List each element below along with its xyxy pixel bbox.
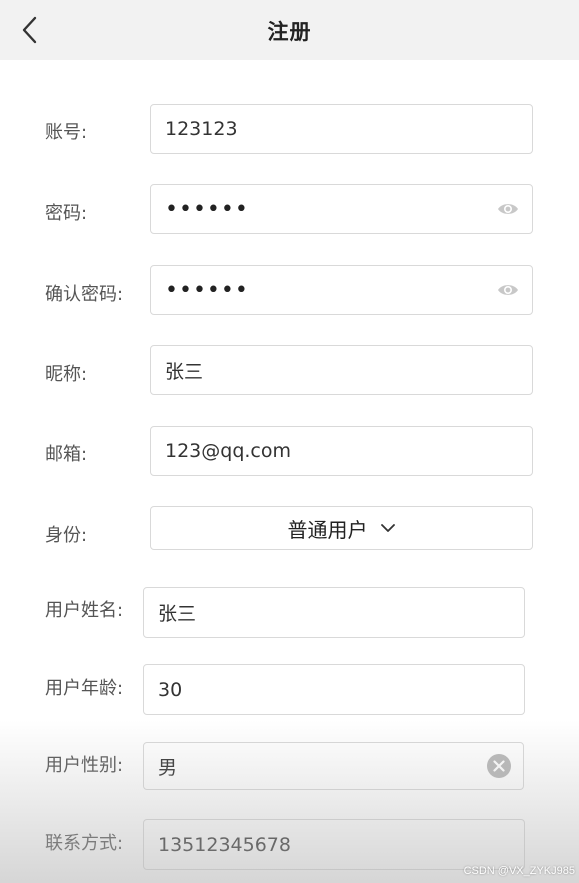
page-title: 注册 — [267, 20, 312, 44]
user-age-value: 30 — [158, 678, 183, 701]
account-value: 123123 — [165, 118, 238, 140]
register-form: 账号: 123123 密码: •••••• 确认密码: •••••• 昵称: 张… — [0, 60, 579, 883]
chevron-down-icon — [380, 523, 396, 533]
user-age-input[interactable]: 30 — [143, 664, 525, 715]
watermark: CSDN @VX_ZYKJ985 — [463, 865, 575, 877]
account-label: 账号: — [45, 122, 88, 143]
email-input[interactable]: 123@qq.com — [150, 426, 533, 476]
nickname-value: 张三 — [165, 360, 204, 383]
user-gender-label: 用户性别: — [45, 755, 124, 776]
password-value: •••••• — [165, 197, 249, 221]
eye-icon — [498, 204, 518, 214]
user-name-input[interactable]: 张三 — [143, 587, 525, 638]
clear-circle-icon — [487, 754, 511, 778]
contact-label: 联系方式: — [45, 833, 124, 854]
password-visibility-toggle[interactable] — [490, 191, 526, 227]
email-label: 邮箱: — [45, 444, 88, 465]
clear-button[interactable] — [481, 748, 517, 784]
identity-value: 普通用户 — [287, 517, 368, 542]
register-screen: 注册 账号: 123123 密码: •••••• 确认密码: •••••• 昵称… — [0, 0, 579, 883]
confirm-password-label: 确认密码: — [45, 284, 124, 305]
identity-label: 身份: — [45, 525, 88, 546]
confirm-password-value: •••••• — [165, 278, 249, 302]
account-input[interactable]: 123123 — [150, 104, 533, 154]
user-name-label: 用户姓名: — [45, 600, 124, 621]
identity-select[interactable]: 普通用户 — [150, 506, 533, 550]
confirm-password-input[interactable]: •••••• — [150, 265, 533, 315]
nav-bar: 注册 — [0, 0, 579, 60]
nickname-input[interactable]: 张三 — [150, 345, 533, 395]
user-gender-input[interactable]: 男 — [143, 742, 524, 790]
password-label: 密码: — [45, 203, 88, 224]
user-age-label: 用户年龄: — [45, 678, 124, 699]
eye-icon — [498, 285, 518, 295]
user-gender-value: 男 — [158, 756, 178, 779]
nickname-label: 昵称: — [45, 364, 88, 385]
contact-input[interactable]: 13512345678 — [143, 819, 525, 870]
contact-value: 13512345678 — [158, 833, 291, 856]
user-name-value: 张三 — [158, 603, 197, 625]
confirm-password-visibility-toggle[interactable] — [490, 272, 526, 308]
email-value: 123@qq.com — [165, 440, 292, 462]
password-input[interactable]: •••••• — [150, 184, 533, 234]
